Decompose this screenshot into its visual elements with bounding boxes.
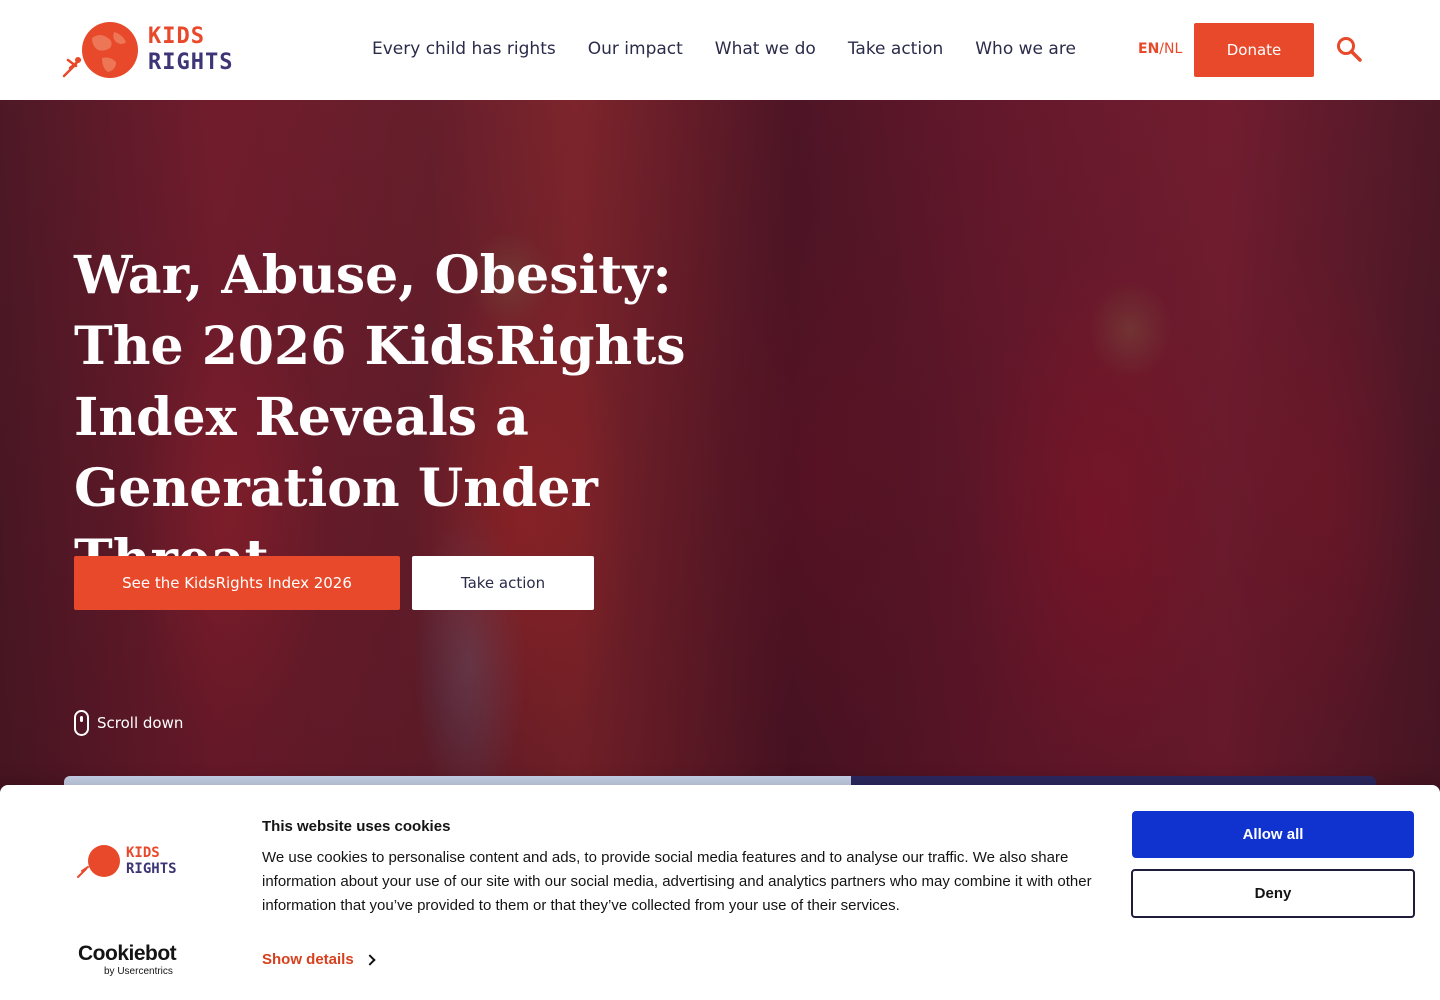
- hero-title: War, Abuse, Obesity: The 2026 KidsRights…: [74, 240, 794, 595]
- cookiebot-sub: by Usercentrics: [104, 966, 173, 977]
- allow-all-button[interactable]: Allow all: [1132, 811, 1414, 858]
- nav-what-we-do[interactable]: What we do: [715, 38, 816, 60]
- nav-every-child-has-rights[interactable]: Every child has rights: [372, 38, 556, 60]
- cookie-logo-wordmark: KIDS RIGHTS: [126, 845, 177, 877]
- cookie-banner: KIDS RIGHTS Cookiebot by Usercentrics Th…: [0, 785, 1440, 1000]
- logo-line-rights: RIGHTS: [148, 50, 234, 75]
- globe-icon: [62, 22, 138, 78]
- nav-take-action[interactable]: Take action: [848, 38, 943, 60]
- cookiebot-logo[interactable]: Cookiebot by Usercentrics: [78, 942, 177, 978]
- mouse-icon: [74, 710, 89, 736]
- deny-button[interactable]: Deny: [1131, 869, 1415, 918]
- donate-button[interactable]: Donate: [1194, 23, 1314, 77]
- cookiebot-brand: Cookiebot: [78, 942, 177, 965]
- search-icon[interactable]: [1336, 36, 1362, 62]
- chevron-right-icon: [364, 953, 376, 966]
- scroll-down-label: Scroll down: [97, 714, 184, 732]
- take-action-button[interactable]: Take action: [412, 556, 594, 610]
- logo-line-kids: KIDS: [148, 24, 205, 49]
- lang-en[interactable]: EN: [1138, 41, 1159, 57]
- language-switcher: EN/NL: [1138, 40, 1182, 58]
- hero-section: War, Abuse, Obesity: The 2026 KidsRights…: [0, 100, 1440, 800]
- hero-title-rest: The 2026 KidsRights Index Reveals a Gene…: [74, 316, 686, 590]
- show-details-link[interactable]: Show details: [262, 951, 376, 968]
- cookie-title: This website uses cookies: [262, 818, 451, 835]
- show-details-label: Show details: [262, 951, 354, 968]
- lang-nl[interactable]: NL: [1164, 41, 1182, 57]
- see-index-button[interactable]: See the KidsRights Index 2026: [74, 556, 400, 610]
- hero-title-bold: War, Abuse, Obesity:: [74, 245, 672, 306]
- cookie-logo-line-kids: KIDS: [126, 845, 160, 861]
- globe-icon: [77, 845, 120, 878]
- scroll-down-link[interactable]: Scroll down: [74, 710, 183, 736]
- cookie-kidsrights-logo: KIDS RIGHTS: [77, 845, 188, 881]
- logo-wordmark: KIDS RIGHTS: [148, 24, 233, 76]
- nav-our-impact[interactable]: Our impact: [588, 38, 683, 60]
- cookie-logo-line-rights: RIGHTS: [126, 861, 177, 877]
- nav-who-we-are[interactable]: Who we are: [975, 38, 1076, 60]
- site-header: KIDS RIGHTS Every child has rights Our i…: [0, 0, 1440, 100]
- main-nav: Every child has rights Our impact What w…: [372, 38, 1108, 60]
- cookie-description: We use cookies to personalise content an…: [262, 849, 1092, 914]
- kidsrights-logo[interactable]: KIDS RIGHTS: [62, 20, 244, 80]
